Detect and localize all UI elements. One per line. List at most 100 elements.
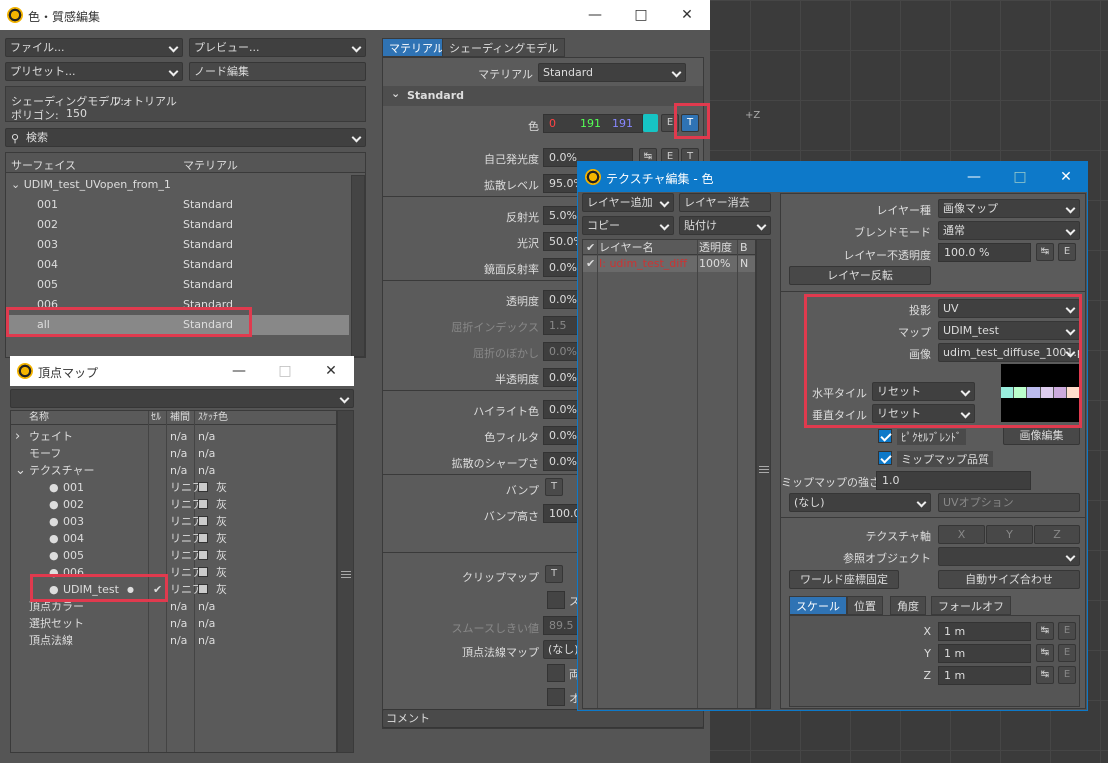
scale-x-field[interactable]: 1 m: [938, 622, 1031, 641]
copy-dropdown[interactable]: コピー: [582, 216, 674, 235]
vmap-row[interactable]: ● 005 リニア灰: [11, 547, 336, 564]
maximize-icon[interactable]: □: [618, 0, 664, 30]
surface-row[interactable]: 006 Standard: [6, 295, 349, 315]
scale-x-envelope[interactable]: E: [1058, 622, 1076, 640]
scale-y-field[interactable]: 1 m: [938, 644, 1031, 663]
checkmark-icon[interactable]: ✔: [586, 256, 595, 272]
preset-dropdown[interactable]: プリセット...: [5, 62, 183, 81]
horizontal-tile-dropdown[interactable]: リセット: [872, 382, 975, 401]
vmap-row[interactable]: ● 002 リニア灰: [11, 496, 336, 513]
option-checkbox-2[interactable]: [547, 664, 565, 682]
node-edit-button[interactable]: ノード編集: [189, 62, 366, 81]
paste-dropdown[interactable]: 貼付け: [679, 216, 771, 235]
surface-row[interactable]: 005 Standard: [6, 275, 349, 295]
pixel-blend-checkbox[interactable]: [878, 429, 892, 443]
vmap-filter-dropdown[interactable]: [10, 389, 354, 408]
col-interp[interactable]: 補間: [170, 411, 190, 425]
vmap-row[interactable]: 選択セット n/a n/a: [11, 615, 336, 632]
axis-z-button[interactable]: Z: [1034, 525, 1080, 544]
layer-scrollbar[interactable]: [756, 239, 771, 709]
axis-y-button[interactable]: Y: [986, 525, 1033, 544]
layer-invert-button[interactable]: レイヤー反転: [789, 266, 931, 285]
sketch-color-swatch[interactable]: [198, 499, 208, 509]
vmap-row[interactable]: ● 004 リニア灰: [11, 530, 336, 547]
color-envelope-button[interactable]: E: [661, 114, 679, 132]
bump-texture-button[interactable]: T: [545, 478, 563, 496]
reference-object-dropdown[interactable]: [938, 547, 1080, 566]
lock-icon[interactable]: ↹: [1036, 644, 1054, 662]
vmap-row[interactable]: モーフ n/a n/a: [11, 445, 336, 462]
scale-z-envelope[interactable]: E: [1058, 666, 1076, 684]
image-preview-thumbnail[interactable]: [1001, 364, 1081, 422]
world-coords-button[interactable]: ワールド座標固定: [789, 570, 899, 589]
mipmap-strength-field[interactable]: 1.0: [876, 471, 1031, 490]
tab-position[interactable]: 位置: [847, 596, 883, 615]
tab-angle[interactable]: 角度: [890, 596, 926, 615]
standard-section-header[interactable]: ⌄ Standard: [383, 86, 703, 106]
surface-row[interactable]: 004 Standard: [6, 255, 349, 275]
option-checkbox-1[interactable]: [547, 591, 565, 609]
clipmap-texture-button[interactable]: T: [545, 565, 563, 583]
none-dropdown[interactable]: (なし): [789, 493, 931, 512]
blend-mode-dropdown[interactable]: 通常: [938, 221, 1080, 240]
material-dropdown[interactable]: Standard: [538, 63, 686, 82]
texture-editor-titlebar[interactable]: テクスチャ編集 - 色 — □ ✕: [578, 162, 1087, 192]
tab-material[interactable]: マテリアル: [382, 38, 451, 57]
close-icon[interactable]: ✕: [664, 0, 710, 30]
sketch-color-swatch[interactable]: [198, 584, 208, 594]
minimize-icon[interactable]: —: [216, 356, 262, 386]
delete-layer-button[interactable]: レイヤー消去: [679, 193, 771, 212]
search-dropdown[interactable]: ⚲ 検索: [5, 128, 366, 147]
col-layer-name[interactable]: レイヤー名: [599, 240, 654, 255]
image-edit-button[interactable]: 画像編集: [1003, 426, 1080, 445]
close-icon[interactable]: ✕: [308, 356, 354, 386]
col-surface[interactable]: サーフェイス: [11, 157, 76, 173]
lock-icon[interactable]: ↹: [1036, 666, 1054, 684]
lock-icon[interactable]: ↹: [1036, 243, 1054, 261]
vertical-tile-dropdown[interactable]: リセット: [872, 404, 975, 423]
col-opacity[interactable]: 透明度: [699, 240, 732, 255]
surface-row[interactable]: all Standard: [6, 315, 349, 335]
comment-field[interactable]: コメント: [382, 709, 704, 728]
surface-row[interactable]: 003 Standard: [6, 235, 349, 255]
col-material[interactable]: マテリアル: [183, 157, 238, 173]
color-field[interactable]: 0 191 191: [543, 114, 643, 133]
vmap-row[interactable]: 頂点カラー n/a n/a: [11, 598, 336, 615]
vmap-row[interactable]: ● 001 リニア灰: [11, 479, 336, 496]
file-menu-dropdown[interactable]: ファイル...: [5, 38, 183, 57]
checkmark-icon[interactable]: ✔: [153, 581, 162, 598]
add-layer-dropdown[interactable]: レイヤー追加: [582, 193, 674, 212]
lock-icon[interactable]: ↹: [1036, 622, 1054, 640]
col-sketch[interactable]: ｽｹｯﾁ色: [198, 411, 228, 425]
vmap-row[interactable]: › ウェイト n/a n/a: [11, 428, 336, 445]
uv-map-dropdown[interactable]: UDIM_test: [938, 321, 1080, 340]
minimize-icon[interactable]: —: [951, 162, 997, 192]
tab-shading-model[interactable]: シェーディングモデル: [442, 38, 566, 57]
sketch-color-swatch[interactable]: [198, 482, 208, 492]
layer-row[interactable]: ✔ I: udim_test_diff 100% N: [583, 256, 755, 272]
scale-z-field[interactable]: 1 m: [938, 666, 1031, 685]
sketch-color-swatch[interactable]: [198, 567, 208, 577]
col-blend[interactable]: B: [740, 240, 748, 255]
vmap-row[interactable]: ⌄ テクスチャー n/a n/a: [11, 462, 336, 479]
maximize-icon[interactable]: □: [997, 162, 1043, 192]
projection-dropdown[interactable]: UV: [938, 299, 1080, 318]
sketch-color-swatch[interactable]: [198, 516, 208, 526]
tab-scale[interactable]: スケール: [789, 596, 847, 615]
vmap-scrollbar[interactable]: [337, 410, 354, 753]
sketch-color-swatch[interactable]: [198, 533, 208, 543]
option-checkbox-3[interactable]: [547, 688, 565, 706]
chevron-right-icon[interactable]: ›: [15, 428, 20, 445]
col-sel[interactable]: ｾﾙ: [151, 411, 161, 425]
close-icon[interactable]: ✕: [1043, 162, 1087, 192]
layer-type-dropdown[interactable]: 画像マップ: [938, 199, 1080, 218]
vertex-map-titlebar[interactable]: 頂点マップ — □ ✕: [10, 356, 354, 386]
preview-dropdown[interactable]: プレビュー...: [189, 38, 366, 57]
image-dropdown[interactable]: udim_test_diffuse_1001.png: [938, 343, 1080, 362]
uv-options-button[interactable]: UVオプション: [938, 493, 1080, 512]
axis-x-button[interactable]: X: [938, 525, 985, 544]
envelope-button[interactable]: E: [1058, 243, 1076, 261]
minimize-icon[interactable]: —: [572, 0, 618, 30]
layer-opacity-field[interactable]: 100.0 %: [938, 243, 1031, 262]
vmap-row[interactable]: ● 003 リニア灰: [11, 513, 336, 530]
